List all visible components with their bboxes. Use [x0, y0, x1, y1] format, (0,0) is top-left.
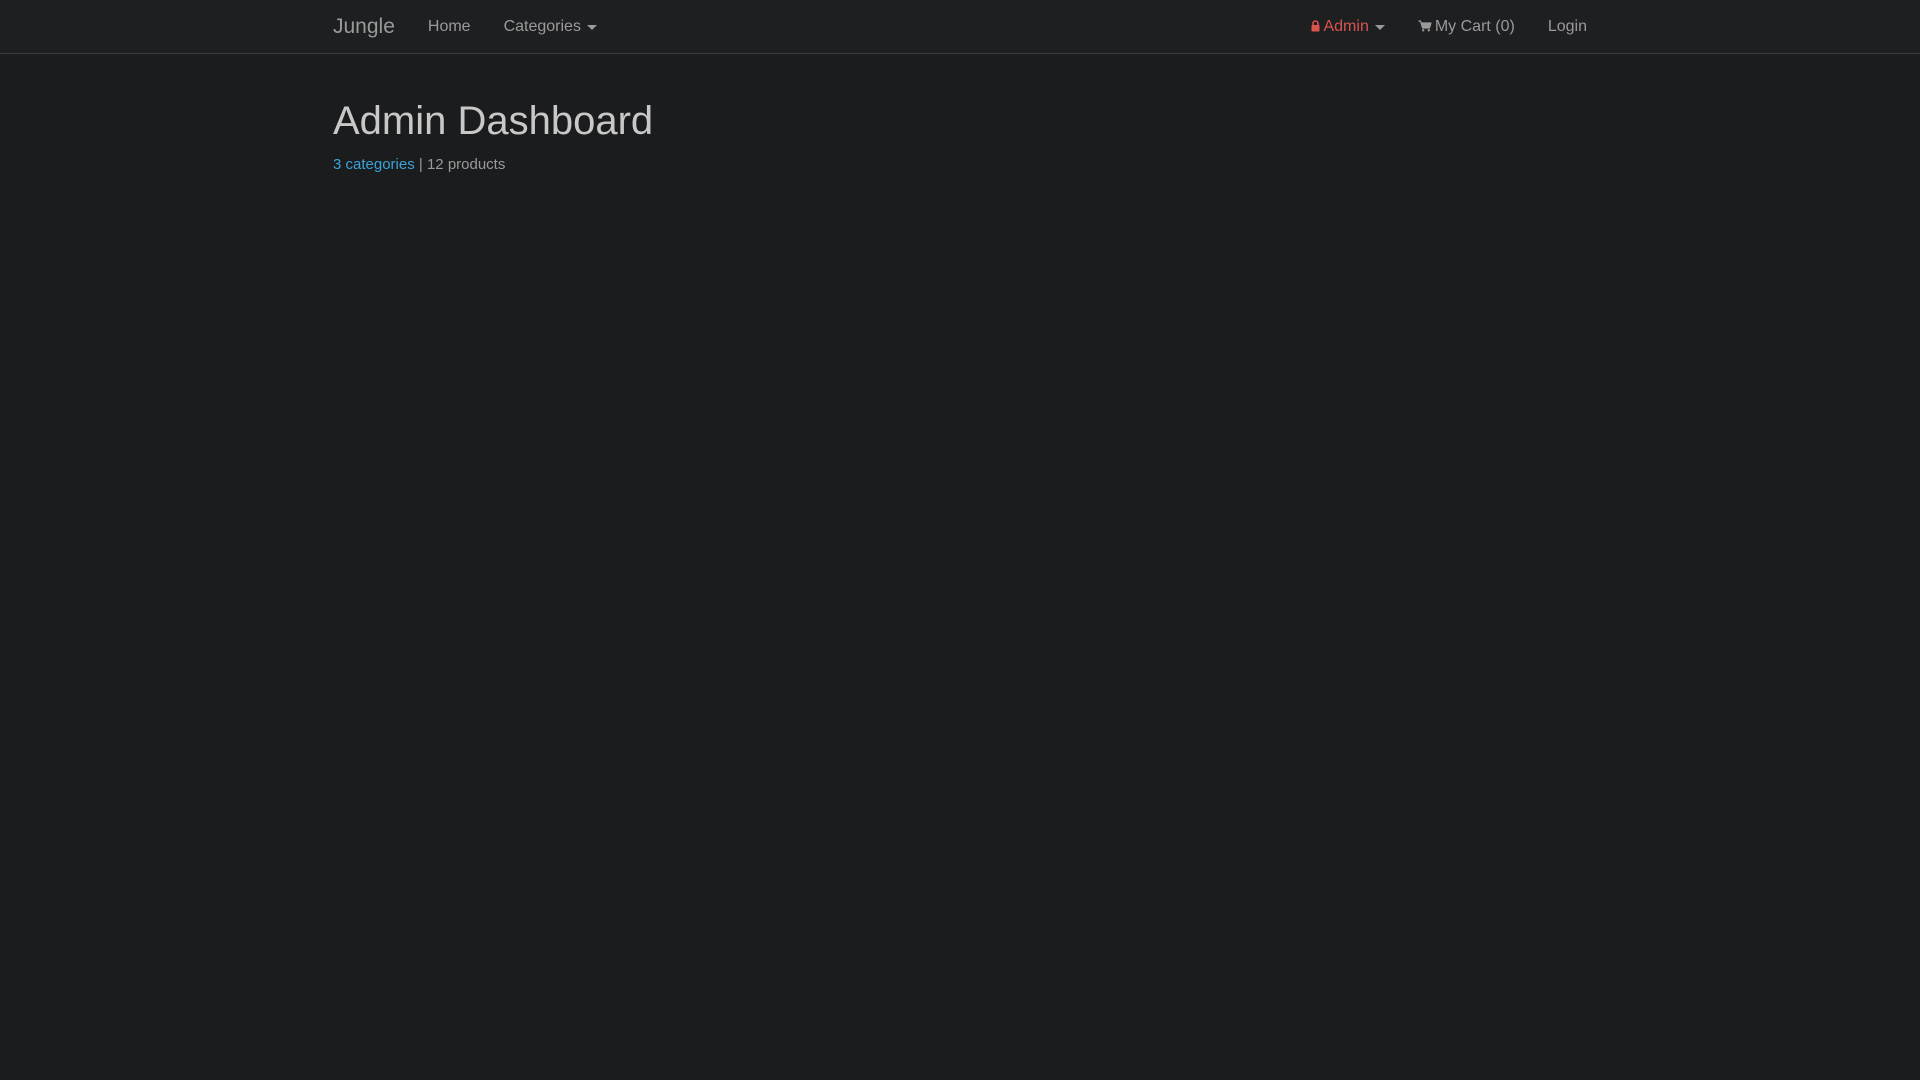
main-content: Admin Dashboard 3 categories | 12 produc… — [333, 94, 653, 173]
dashboard-summary: 3 categories | 12 products — [333, 156, 653, 173]
nav-home-link[interactable]: Home — [428, 0, 471, 54]
page-title: Admin Dashboard — [333, 99, 654, 143]
brand-link[interactable]: Jungle — [333, 0, 395, 54]
nav-login-link[interactable]: Login — [1548, 0, 1587, 54]
nav-categories-label: Categories — [503, 18, 581, 35]
nav-login-label: Login — [1547, 18, 1587, 35]
categories-count-link[interactable]: 3 categories — [333, 156, 415, 173]
nav-cart-link[interactable]: My Cart (0) — [1418, 0, 1515, 54]
products-count: 12 products — [426, 156, 506, 173]
summary-separator: | — [418, 156, 423, 173]
nav-home-label: Home — [427, 18, 471, 35]
caret-down-icon — [1374, 24, 1385, 30]
nav-categories-dropdown[interactable]: Categories — [504, 0, 597, 54]
navbar-container: Jungle Home Categories Admin My Cart (0)… — [333, 0, 1587, 54]
lock-icon — [1311, 20, 1320, 32]
caret-down-icon — [586, 24, 597, 30]
top-navbar: Jungle Home Categories Admin My Cart (0)… — [0, 0, 1920, 54]
nav-admin-label: Admin — [1323, 18, 1369, 35]
shopping-cart-icon — [1418, 20, 1432, 32]
navbar-right: Admin My Cart (0) Login — [1278, 0, 1587, 54]
nav-admin-dropdown[interactable]: Admin — [1311, 0, 1385, 54]
nav-cart-label: My Cart (0) — [1434, 18, 1515, 35]
